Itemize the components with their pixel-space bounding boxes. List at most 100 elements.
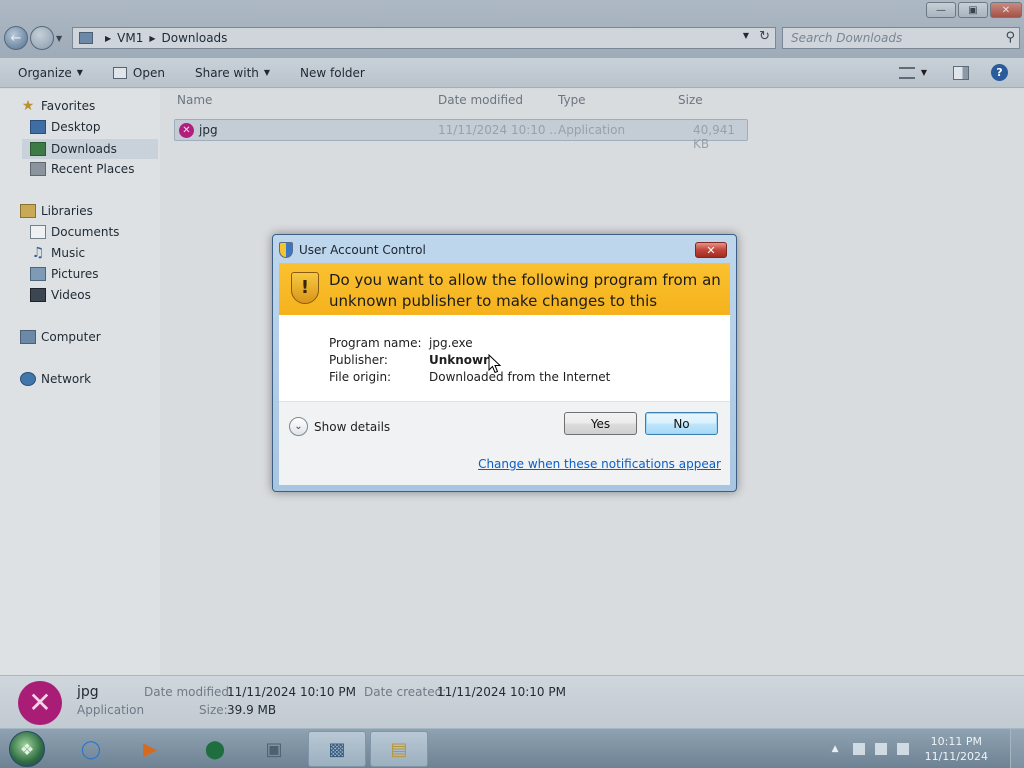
breadcrumb-downloads[interactable]: Downloads [162,31,228,45]
taskbar-chrome[interactable]: ⬤ [186,731,244,767]
taskbar-remote-desktop[interactable]: ▩ [308,731,366,767]
close-icon: ✕ [1001,4,1011,16]
refresh-icon[interactable]: ↻ [759,29,770,44]
recent-pages-dropdown-icon[interactable]: ▼ [56,34,62,43]
minimize-icon: — [936,4,946,16]
change-notifications-link[interactable]: Change when these notifications appear [478,457,721,471]
downloads-icon [30,142,46,156]
uac-dialog: User Account Control ✕ ! Do you want to … [272,234,737,492]
sidebar-item-videos[interactable]: Videos [30,288,91,302]
sidebar-item-recent-places[interactable]: Recent Places [30,162,134,176]
show-details-label[interactable]: Show details [314,420,390,434]
volume-icon[interactable] [896,743,909,755]
sidebar-item-label: Music [51,246,86,260]
show-desktop-button[interactable] [1010,729,1024,768]
sidebar-item-label: Favorites [41,99,96,113]
close-window-button[interactable]: ✕ [990,2,1022,18]
details-pane: ✕ jpg Application Date modified: 11/11/2… [0,675,1024,728]
application-icon: ✕ [179,123,194,138]
clock[interactable]: 10:11 PM 11/11/2024 [925,734,988,764]
taskbar-internet-explorer[interactable]: ◯ [62,731,120,767]
address-dropdown-icon[interactable]: ▼ [743,31,749,40]
action-center-flag-icon[interactable] [852,743,865,755]
sidebar-item-music[interactable]: ♫ Music [30,246,85,260]
sidebar-item-label: Downloads [51,142,117,156]
file-row-jpg[interactable]: ✕ jpg 11/11/2024 10:10 ... Application 4… [174,119,748,151]
media-player-icon: ▶ [143,738,157,760]
internet-explorer-icon: ◯ [80,738,102,760]
clock-time: 10:11 PM [930,735,982,748]
file-size: 40,941 KB [693,123,735,151]
breadcrumb-vm1[interactable]: VM1 [117,31,143,45]
preview-pane-icon[interactable] [953,65,969,80]
organize-button[interactable]: Organize ▼ [18,66,83,80]
share-with-button[interactable]: Share with ▼ [195,66,270,80]
sidebar-item-network[interactable]: Network [20,372,91,386]
sidebar-item-libraries[interactable]: Libraries [20,204,93,218]
address-bar[interactable]: ▶ VM1 ▶ Downloads ▼ ↻ [72,27,776,49]
breadcrumb-separator-icon[interactable]: ▶ [149,34,155,43]
file-name: jpg [199,123,218,137]
yes-button[interactable]: Yes [564,412,637,435]
view-options-dropdown-icon[interactable]: ▼ [921,68,927,77]
minimize-button[interactable]: — [926,2,956,18]
pictures-icon [30,267,46,281]
sidebar-item-label: Desktop [51,120,101,134]
taskbar-media-player[interactable]: ▶ [121,731,179,767]
column-header-name[interactable]: Name [177,93,212,107]
help-icon[interactable]: ? [991,64,1008,81]
sidebar-item-label: Pictures [51,267,99,281]
no-button[interactable]: No [645,412,718,435]
open-button[interactable]: Open [112,66,165,80]
taskbar-explorer[interactable]: ▤ [370,731,428,767]
file-origin-label: File origin: [329,370,392,384]
sidebar-item-pictures[interactable]: Pictures [30,267,99,281]
sidebar-item-desktop[interactable]: Desktop [30,120,101,134]
clock-date: 11/11/2024 [924,750,988,763]
breadcrumb-separator-icon[interactable]: ▶ [105,34,111,43]
computer-icon [20,330,36,344]
forward-button[interactable] [30,26,54,50]
chevron-down-icon: ⌄ [294,421,303,432]
sidebar-item-documents[interactable]: Documents [30,225,119,239]
change-view-icon[interactable] [898,66,915,79]
network-tray-icon[interactable] [874,743,887,755]
chevron-down-icon: ▼ [263,68,271,77]
details-file-name: jpg [77,684,99,700]
column-header-date-modified[interactable]: Date modified [438,93,523,107]
file-type: Application [558,123,626,137]
uac-title-bar: User Account Control [279,242,426,258]
start-button[interactable]: ❖ [9,731,45,767]
warning-shield-icon: ! [291,272,319,304]
search-icon[interactable]: ⚲ [1005,30,1015,45]
desktop-icon [30,120,46,134]
chrome-icon: ⬤ [204,738,226,760]
sidebar-item-label: Libraries [41,204,93,218]
column-header-size[interactable]: Size [678,93,703,107]
sidebar-item-downloads[interactable]: Downloads [22,139,158,159]
uac-footer: ⌄ Show details Yes No Change when these … [279,401,730,485]
sidebar-item-favorites[interactable]: ★ Favorites [20,98,96,114]
size-value: 39.9 MB [227,703,277,717]
date-created-label: Date created: [364,685,447,699]
arrow-left-icon: ← [10,30,22,46]
star-icon: ★ [21,98,35,114]
show-hidden-icons-icon[interactable]: ▲ [832,744,839,754]
remote-desktop-icon: ▩ [328,738,346,760]
new-folder-button[interactable]: New folder [300,66,365,80]
system-tray: ▲ 10:11 PM 11/11/2024 [832,729,1024,768]
search-input[interactable]: Search Downloads ⚲ [782,27,1020,49]
maximize-button[interactable]: ▣ [958,2,988,18]
program-name-label: Program name: [329,336,422,350]
uac-close-button[interactable]: ✕ [695,242,727,258]
show-details-toggle[interactable]: ⌄ [289,417,308,436]
uac-title: User Account Control [299,243,426,257]
view-controls: ▼ ? [898,64,1024,81]
column-header-type[interactable]: Type [558,93,586,107]
sidebar-item-label: Recent Places [51,162,135,176]
new-folder-label: New folder [300,65,365,80]
sidebar-item-computer[interactable]: Computer [20,330,101,344]
window-controls: — ▣ ✕ [926,2,1022,18]
taskbar-control-panel[interactable]: ▣ [245,731,303,767]
back-button[interactable]: ← [4,26,28,50]
